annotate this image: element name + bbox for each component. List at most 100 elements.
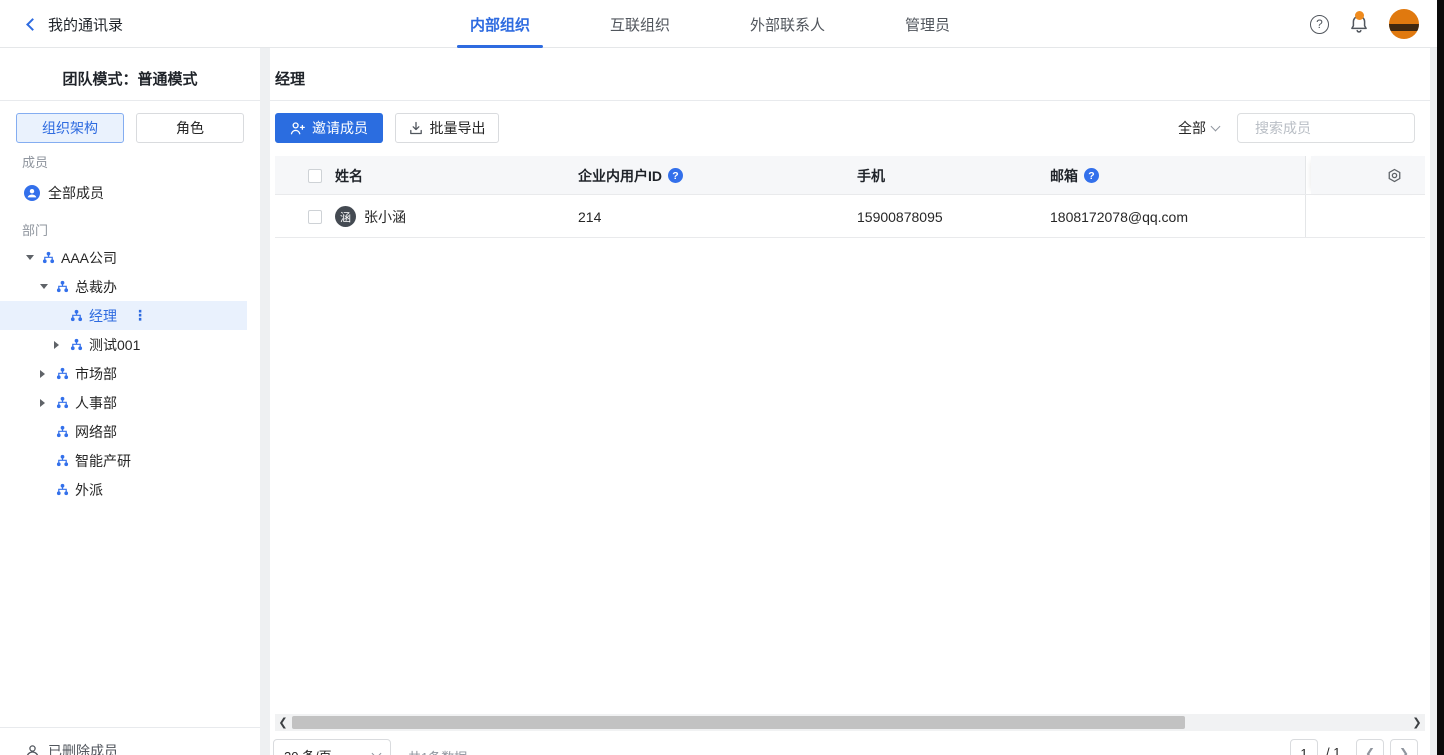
back-label: 我的通讯录	[48, 14, 123, 35]
column-header-label: 企业内用户ID	[578, 166, 662, 186]
screen: 我的通讯录 内部组织互联组织外部联系人管理员 ? 团队模式：普通模式 组织架构 …	[0, 0, 1444, 755]
scroll-left-arrow[interactable]: ❮	[275, 714, 291, 731]
column-help-icon[interactable]: ?	[1084, 168, 1099, 183]
column-header-label: 手机	[857, 166, 885, 186]
tree-arrow-down-icon[interactable]	[40, 284, 56, 289]
department-icon	[56, 483, 69, 496]
tree-arrow-right-icon[interactable]	[54, 341, 70, 349]
department-icon	[42, 251, 55, 264]
tree-item[interactable]: 经理⋮	[0, 301, 247, 330]
all-members-label: 全部成员	[48, 183, 104, 203]
deleted-members-icon	[25, 744, 40, 755]
department-icon	[56, 280, 69, 293]
tree-item-label: AAA公司	[61, 248, 117, 268]
chevron-down-icon	[1211, 122, 1221, 132]
column-help-icon[interactable]: ?	[668, 168, 683, 183]
department-section-label: 部门	[22, 220, 48, 239]
more-actions-icon[interactable]: ⋮	[133, 307, 148, 324]
chevron-down-icon	[372, 749, 382, 755]
batch-export-label: 批量导出	[430, 118, 486, 138]
member-avatar: 涵	[335, 206, 356, 227]
tree-item[interactable]: 智能产研	[0, 446, 247, 475]
search-box[interactable]	[1237, 113, 1415, 143]
tab-1[interactable]: 内部组织	[457, 0, 543, 48]
scroll-right-arrow[interactable]: ❯	[1409, 714, 1425, 731]
invite-members-label: 邀请成员	[312, 118, 368, 138]
tree-arrow-right-icon[interactable]	[40, 399, 56, 407]
next-page-button[interactable]: ❯	[1390, 739, 1418, 755]
department-icon	[70, 309, 83, 322]
department-icon	[56, 425, 69, 438]
invite-person-icon	[290, 121, 305, 136]
page-total-label: / 1	[1326, 745, 1340, 755]
department-tree: AAA公司总裁办经理⋮ 测试001 市场部人事部网络部智能产研外派	[0, 243, 260, 504]
topbar-actions: ?	[1310, 0, 1419, 48]
scope-filter-label: 全部	[1178, 118, 1206, 138]
department-icon	[56, 367, 69, 380]
page-body: 团队模式：普通模式 组织架构 角色 成员 全部成员 部门 AAA公司总裁办经理⋮…	[0, 48, 1437, 755]
page-size-select[interactable]: 20 条/页	[273, 739, 391, 755]
column-settings-gear-icon[interactable]	[1387, 168, 1402, 183]
deleted-members-item[interactable]: 已删除成员	[25, 741, 118, 755]
department-icon	[70, 338, 83, 351]
column-header-label: 姓名	[335, 166, 363, 186]
member-name: 张小涵	[364, 207, 406, 227]
user-avatar[interactable]	[1389, 9, 1419, 39]
export-download-icon	[409, 121, 423, 135]
scrollbar-thumb[interactable]	[292, 716, 1185, 729]
tab-2[interactable]: 互联组织	[597, 0, 683, 48]
tree-item[interactable]: 人事部	[0, 388, 247, 417]
page-size-label: 20 条/页	[284, 746, 332, 755]
back-button[interactable]: 我的通讯录	[28, 0, 123, 48]
member-phone: 15900878095	[857, 209, 943, 225]
tree-item-label: 总裁办	[75, 277, 117, 297]
invite-members-button[interactable]: 邀请成员	[275, 113, 383, 143]
tree-arrow-down-icon[interactable]	[26, 255, 42, 260]
help-icon[interactable]: ?	[1310, 15, 1329, 34]
tree-item[interactable]: 外派	[0, 475, 247, 504]
tree-item[interactable]: 测试001	[0, 330, 247, 359]
deleted-members-label: 已删除成员	[48, 741, 118, 755]
table-row[interactable]: 涵张小涵214159008780951808172078@qq.com	[275, 195, 1305, 238]
column-header-label: 邮箱	[1050, 166, 1078, 186]
tree-item[interactable]: 市场部	[0, 359, 247, 388]
table-actions-header	[1311, 156, 1425, 195]
prev-page-button[interactable]: ❮	[1356, 739, 1384, 755]
sidebar: 团队模式：普通模式 组织架构 角色 成员 全部成员 部门 AAA公司总裁办经理⋮…	[0, 48, 260, 755]
tree-item-label: 网络部	[75, 422, 117, 442]
tree-item[interactable]: 网络部	[0, 417, 247, 446]
page-number-input[interactable]: 1	[1290, 739, 1318, 755]
tree-item-label: 人事部	[75, 393, 117, 413]
bell-icon[interactable]	[1348, 13, 1370, 35]
department-icon	[56, 454, 69, 467]
tree-item[interactable]: 总裁办	[0, 272, 247, 301]
fixed-column-divider	[1305, 156, 1306, 238]
tree-item-label: 市场部	[75, 364, 117, 384]
screen-edge-strip	[1437, 0, 1444, 755]
page-title: 经理	[275, 68, 305, 89]
scope-filter-dropdown[interactable]: 全部	[1178, 113, 1219, 143]
org-structure-button[interactable]: 组织架构	[16, 113, 124, 143]
row-checkbox[interactable]	[308, 210, 322, 224]
main-panel: 经理 邀请成员 批量导出 全部	[270, 48, 1430, 755]
tree-item-label: 测试001	[89, 335, 140, 355]
tree-item[interactable]: AAA公司	[0, 243, 247, 272]
member-section-label: 成员	[22, 152, 48, 171]
notification-dot	[1355, 11, 1364, 20]
all-members-item[interactable]: 全部成员	[0, 179, 247, 207]
batch-export-button[interactable]: 批量导出	[395, 113, 499, 143]
all-members-icon	[24, 185, 40, 201]
tree-arrow-right-icon[interactable]	[40, 370, 56, 378]
tree-item-label: 智能产研	[75, 451, 131, 471]
sidebar-bottom-divider	[0, 727, 260, 728]
topbar: 我的通讯录 内部组织 互联组织 外部联系人 管理员 ?	[0, 0, 1437, 48]
select-all-checkbox[interactable]	[308, 169, 322, 183]
tab-3[interactable]: 外部联系人	[737, 0, 838, 48]
role-button[interactable]: 角色	[136, 113, 244, 143]
main-divider	[270, 100, 1430, 101]
search-input[interactable]	[1255, 120, 1436, 136]
back-chevron-icon	[26, 18, 39, 31]
top-tabs: 内部组织 互联组织 外部联系人 管理员	[457, 0, 963, 48]
horizontal-scrollbar[interactable]: ❮ ❯	[275, 714, 1425, 731]
tab-4[interactable]: 管理员	[892, 0, 963, 48]
